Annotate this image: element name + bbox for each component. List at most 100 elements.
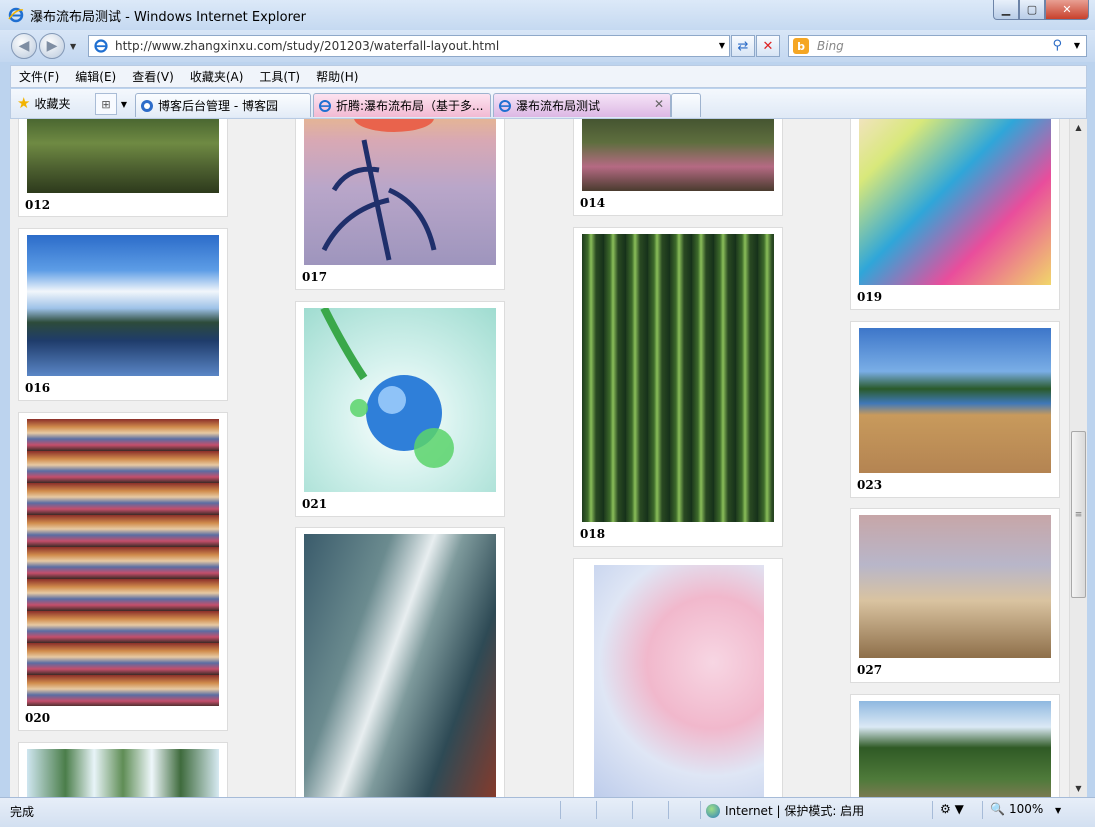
maximize-button[interactable]: ▢ <box>1019 0 1045 20</box>
search-box[interactable]: b Bing ⚲ ▼ <box>788 35 1087 57</box>
ie-logo-icon <box>8 7 24 23</box>
tab-label: 博客后台管理 - 博客园 <box>158 99 278 113</box>
minimize-button[interactable]: ▁ <box>993 0 1019 20</box>
photo-forest-steps[interactable] <box>582 119 774 191</box>
photo-cherry-blossom[interactable] <box>594 565 764 797</box>
photo-card[interactable]: 027 <box>850 508 1060 683</box>
refresh-icon: ⇄ <box>737 38 749 54</box>
ie-page-icon <box>319 99 331 112</box>
photo-caption: 021 <box>302 497 328 511</box>
menu-help[interactable]: 帮助(H) <box>308 68 366 85</box>
photo-card[interactable]: 019 <box>850 119 1060 310</box>
scroll-down-icon[interactable]: ▼ <box>1070 780 1087 797</box>
favorites-label: 收藏夹 <box>34 96 71 111</box>
back-arrow-icon: ◀ <box>18 38 30 54</box>
rose-silhouette-shape <box>321 119 437 261</box>
photo-caption: 020 <box>25 711 51 725</box>
photo-card[interactable]: 016 <box>18 228 228 401</box>
photo-ribbon-spools[interactable] <box>27 419 219 706</box>
tab-label: 瀑布流布局测试 <box>516 99 601 113</box>
zoom-icon: 🔍 <box>990 802 1005 816</box>
star-icon: ★ <box>17 94 31 112</box>
photo-card[interactable]: 012 <box>18 119 228 217</box>
stop-icon: ✕ <box>762 38 774 54</box>
menu-file[interactable]: 文件(F) <box>11 68 67 85</box>
close-tab-icon[interactable]: ✕ <box>654 97 664 111</box>
photo-tropical-resort[interactable] <box>859 701 1051 797</box>
tab-list-dropdown[interactable]: ▼ <box>117 93 131 115</box>
close-window-button[interactable]: ✕ <box>1045 0 1089 20</box>
back-button[interactable]: ◀ <box>11 33 37 59</box>
photo-rose-silhouette[interactable] <box>304 119 496 265</box>
photo-caption: 019 <box>857 290 883 304</box>
search-options-dropdown-icon[interactable]: ▼ <box>1074 41 1080 50</box>
photo-card[interactable] <box>18 742 228 797</box>
favorites-button[interactable]: ★ 收藏夹 <box>17 94 70 112</box>
photo-caption: 018 <box>580 527 606 541</box>
bing-icon: b <box>793 38 809 54</box>
photo-blue-orb[interactable] <box>304 308 496 492</box>
photo-beach[interactable] <box>859 328 1051 473</box>
photo-waterfall[interactable] <box>27 749 219 797</box>
menu-favorites[interactable]: 收藏夹(A) <box>182 68 252 85</box>
photo-painted-lady[interactable] <box>859 119 1051 285</box>
photo-card[interactable]: 017 <box>295 119 505 290</box>
page-content: 012 016 020 017 021 014 018 019 023 027 <box>10 119 1069 797</box>
photo-card[interactable] <box>295 527 505 797</box>
photo-stone-path[interactable] <box>27 119 219 193</box>
tab-bar: ★ 收藏夹 ⊞ ▼ 博客后台管理 - 博客园 折腾:瀑布流布局（基于多... 瀑… <box>10 89 1087 119</box>
tab-waterfall-article[interactable]: 折腾:瀑布流布局（基于多... <box>313 93 491 117</box>
menu-edit[interactable]: 编辑(E) <box>67 68 124 85</box>
address-url[interactable]: http://www.zhangxinxu.com/study/201203/w… <box>115 39 499 53</box>
vertical-scrollbar[interactable]: ▲ ≡ ▼ <box>1069 119 1087 797</box>
globe-icon <box>706 803 720 818</box>
quick-tabs-button[interactable]: ⊞ <box>95 93 117 115</box>
tab-blog-admin[interactable]: 博客后台管理 - 博客园 <box>135 93 311 117</box>
photo-caption: 016 <box>25 381 51 395</box>
title-bar: 瀑布流布局测试 - Windows Internet Explorer ▁ ▢ … <box>0 0 1095 30</box>
scroll-thumb[interactable]: ≡ <box>1071 431 1086 598</box>
menu-view[interactable]: 查看(V) <box>124 68 182 85</box>
photo-caption: 023 <box>857 478 883 492</box>
recent-pages-dropdown[interactable]: ▼ <box>70 42 76 51</box>
photo-old-buildings[interactable] <box>859 515 1051 658</box>
photo-card[interactable]: 021 <box>295 301 505 517</box>
photo-bamboo-forest[interactable] <box>582 234 774 522</box>
photo-caption: 017 <box>302 270 328 284</box>
status-bar: 完成 Internet | 保护模式: 启用 ⚙ ▼ 🔍 100% ▼ <box>0 797 1095 827</box>
cnblogs-icon <box>141 99 153 112</box>
zone-text: Internet | 保护模式: 启用 <box>725 804 865 818</box>
refresh-button[interactable]: ⇄ <box>731 35 755 57</box>
photo-card[interactable]: 020 <box>18 412 228 731</box>
status-text: 完成 <box>10 805 35 819</box>
menu-tools[interactable]: 工具(T) <box>251 68 308 85</box>
address-dropdown-icon[interactable]: ▼ <box>719 41 725 50</box>
scroll-up-icon[interactable]: ▲ <box>1070 119 1087 136</box>
new-tab-button[interactable] <box>671 93 701 117</box>
navigation-bar: ◀ ▶ ▼ http://www.zhangxinxu.com/study/20… <box>0 30 1095 62</box>
photo-card[interactable]: 023 <box>850 321 1060 498</box>
photo-caption: 012 <box>25 198 51 212</box>
photo-karst-lake[interactable] <box>27 235 219 376</box>
photo-card[interactable]: 014 <box>573 119 783 216</box>
tab-waterfall-test[interactable]: 瀑布流布局测试 ✕ <box>493 93 671 117</box>
photo-caption: 027 <box>857 663 883 677</box>
search-icon[interactable]: ⚲ <box>1052 38 1062 53</box>
forward-arrow-icon: ▶ <box>46 38 58 54</box>
photo-card[interactable] <box>850 694 1060 797</box>
stop-button[interactable]: ✕ <box>756 35 780 57</box>
zoom-control[interactable]: 🔍 100% <box>990 802 1043 816</box>
security-zone[interactable]: Internet | 保护模式: 启用 <box>706 802 864 819</box>
grid-icon: ⊞ <box>101 97 111 111</box>
photo-card[interactable]: 018 <box>573 227 783 547</box>
photo-forest-light[interactable] <box>304 534 496 797</box>
search-input[interactable]: Bing <box>817 39 844 53</box>
orb-shape <box>320 308 454 468</box>
window-title: 瀑布流布局测试 - Windows Internet Explorer <box>30 9 306 25</box>
forward-button[interactable]: ▶ <box>39 33 65 59</box>
zoom-dropdown-icon[interactable]: ▼ <box>1055 806 1061 815</box>
popup-settings-icon[interactable]: ⚙ ▼ <box>940 802 964 816</box>
tab-label: 折腾:瀑布流布局（基于多... <box>336 99 484 113</box>
address-bar[interactable]: http://www.zhangxinxu.com/study/201203/w… <box>88 35 730 57</box>
photo-card[interactable] <box>573 558 783 797</box>
